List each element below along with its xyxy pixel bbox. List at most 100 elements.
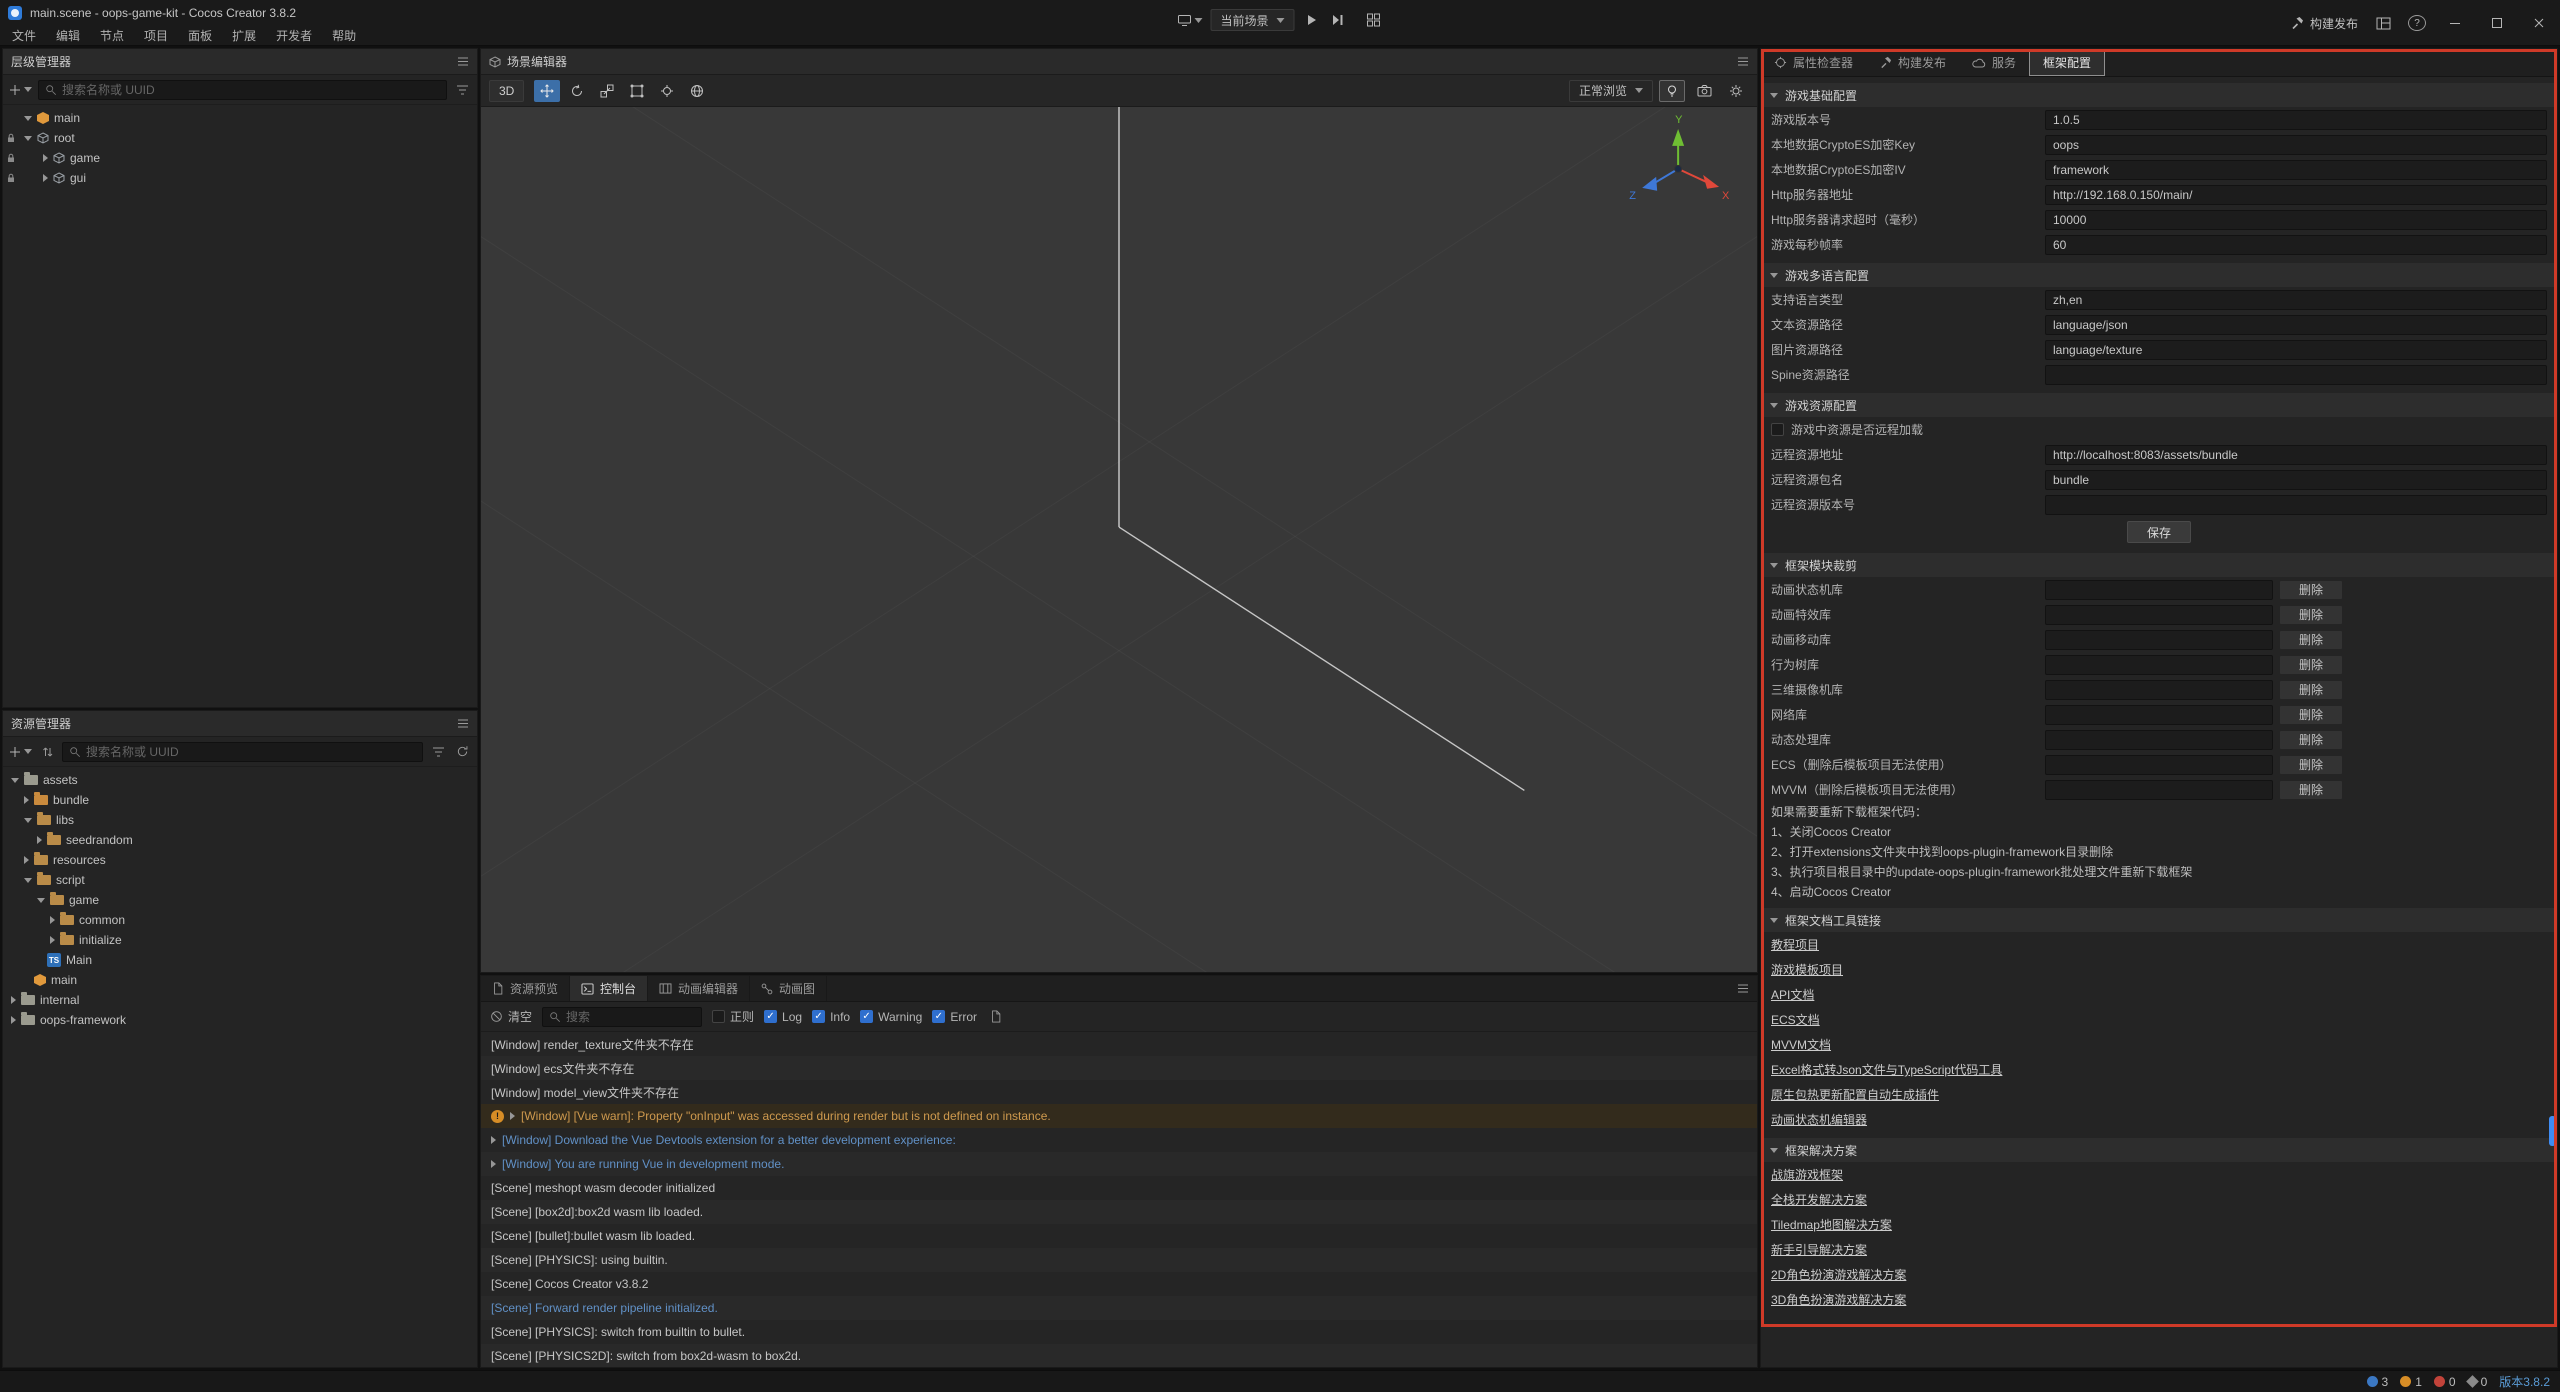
refresh-icon[interactable] — [453, 742, 471, 762]
doc-link[interactable]: MVVM文档 — [1771, 1036, 1831, 1053]
expand-icon[interactable] — [11, 1016, 16, 1024]
spine-path-input[interactable] — [2045, 365, 2547, 385]
tab-animation-editor[interactable]: 动画编辑器 — [648, 976, 750, 1001]
delete-module-button[interactable]: 删除 — [2279, 680, 2343, 700]
step-button[interactable] — [1329, 10, 1347, 30]
scene-settings-gear-icon[interactable] — [1723, 80, 1749, 102]
solution-link[interactable]: 2D角色扮演游戏解决方案 — [1771, 1266, 1906, 1283]
layout-grid-icon[interactable] — [1365, 10, 1383, 30]
asset-node-internal[interactable]: internal — [3, 990, 477, 1010]
log-filter-checkbox[interactable]: Log — [764, 1010, 802, 1024]
expand-icon[interactable] — [491, 1160, 496, 1168]
asset-node-initialize[interactable]: initialize — [3, 930, 477, 950]
expand-icon[interactable] — [43, 174, 48, 182]
asset-node-script[interactable]: script — [3, 870, 477, 890]
tab-framework-config[interactable]: 框架配置 — [2029, 49, 2105, 76]
expand-icon[interactable] — [24, 136, 32, 141]
log-row[interactable]: [Scene] Cocos Creator v3.8.2 — [481, 1272, 1757, 1296]
asset-node-oops-framework[interactable]: oops-framework — [3, 1010, 477, 1030]
menu-file[interactable]: 文件 — [2, 27, 46, 44]
panel-menu-icon[interactable] — [457, 718, 469, 729]
section-i18n[interactable]: 游戏多语言配置 — [1761, 263, 2557, 287]
log-row-info[interactable]: [Scene] Forward render pipeline initiali… — [481, 1296, 1757, 1320]
expand-icon[interactable] — [11, 778, 19, 783]
menu-project[interactable]: 项目 — [134, 27, 178, 44]
module-input[interactable] — [2045, 680, 2273, 700]
expand-icon[interactable] — [24, 796, 29, 804]
log-row[interactable]: [Window] render_texture文件夹不存在 — [481, 1032, 1757, 1056]
tree-node-game[interactable]: game — [3, 148, 477, 168]
asset-node-main-scene[interactable]: main — [3, 970, 477, 990]
move-tool-button[interactable] — [534, 80, 560, 102]
tree-node-main[interactable]: main — [3, 108, 477, 128]
delete-module-button[interactable]: 删除 — [2279, 605, 2343, 625]
pivot-tool-button[interactable] — [654, 80, 680, 102]
help-icon[interactable] — [2408, 15, 2426, 31]
text-path-input[interactable] — [2045, 315, 2547, 335]
delete-module-button[interactable]: 删除 — [2279, 755, 2343, 775]
scrollbar-thumb[interactable] — [2549, 1116, 2556, 1146]
error-count-badge[interactable]: 0 — [2434, 1375, 2456, 1389]
section-solutions[interactable]: 框架解决方案 — [1761, 1138, 2557, 1162]
solution-link[interactable]: 新手引导解决方案 — [1771, 1241, 1867, 1258]
log-row-warning[interactable]: [Window] [Vue warn]: Property "onInput" … — [481, 1104, 1757, 1128]
tab-build-publish[interactable]: 构建发布 — [1866, 49, 1959, 76]
remote-version-input[interactable] — [2045, 495, 2547, 515]
solution-link[interactable]: Tiledmap地图解决方案 — [1771, 1216, 1892, 1233]
close-button[interactable] — [2526, 13, 2552, 33]
doc-link[interactable]: 原生包热更新配置自动生成插件 — [1771, 1086, 1939, 1103]
log-row[interactable]: [Window] ecs文件夹不存在 — [481, 1056, 1757, 1080]
orientation-gizmo[interactable]: Y X Z — [1629, 114, 1730, 202]
http-timeout-input[interactable] — [2045, 210, 2547, 230]
expand-icon[interactable] — [43, 154, 48, 162]
asset-node-game[interactable]: game — [3, 890, 477, 910]
build-publish-button[interactable]: 构建发布 — [2290, 15, 2358, 32]
doc-link[interactable]: ECS文档 — [1771, 1011, 1820, 1028]
view-mode-dropdown[interactable]: 正常浏览 — [1569, 80, 1653, 102]
lighting-toggle-button[interactable] — [1659, 80, 1685, 102]
log-count-badge[interactable]: 3 — [2367, 1375, 2389, 1389]
create-asset-button[interactable] — [9, 742, 32, 762]
lock-icon[interactable] — [3, 153, 19, 163]
layout-icon[interactable] — [2374, 13, 2392, 33]
menu-node[interactable]: 节点 — [90, 27, 134, 44]
hierarchy-search-input[interactable] — [62, 83, 440, 97]
solution-link[interactable]: 3D角色扮演游戏解决方案 — [1771, 1291, 1906, 1308]
rect-tool-button[interactable] — [624, 80, 650, 102]
scale-tool-button[interactable] — [594, 80, 620, 102]
game-version-input[interactable] — [2045, 110, 2547, 130]
expand-icon[interactable] — [37, 898, 45, 903]
remote-bundle-input[interactable] — [2045, 470, 2547, 490]
console-log-list[interactable]: [Window] render_texture文件夹不存在 [Window] e… — [481, 1032, 1757, 1367]
doc-link[interactable]: Excel格式转Json文件与TypeScript代码工具 — [1771, 1061, 2002, 1078]
expand-icon[interactable] — [24, 116, 32, 121]
expand-icon[interactable] — [24, 878, 32, 883]
preview-platform-icon[interactable] — [1177, 10, 1202, 30]
log-row[interactable]: [Scene] [PHYSICS]: switch from builtin t… — [481, 1320, 1757, 1344]
lock-icon[interactable] — [3, 133, 19, 143]
space-toggle-button[interactable] — [684, 80, 710, 102]
assets-search-input[interactable] — [86, 745, 416, 759]
crypto-key-input[interactable] — [2045, 135, 2547, 155]
panel-menu-icon[interactable] — [1737, 983, 1749, 994]
menu-developer[interactable]: 开发者 — [266, 27, 322, 44]
remote-load-checkbox[interactable] — [1771, 423, 1784, 436]
tab-animation-graph[interactable]: 动画图 — [750, 976, 827, 1001]
asset-node-libs[interactable]: libs — [3, 810, 477, 830]
scene-viewport[interactable]: Y X Z — [481, 107, 1757, 972]
expand-icon[interactable] — [510, 1112, 515, 1120]
section-resources[interactable]: 游戏资源配置 — [1761, 393, 2557, 417]
panel-menu-icon[interactable] — [457, 56, 469, 67]
log-row[interactable]: [Scene] [PHYSICS]: using builtin. — [481, 1248, 1757, 1272]
rotate-tool-button[interactable] — [564, 80, 590, 102]
filter-icon[interactable] — [429, 742, 447, 762]
log-row[interactable]: [Scene] [box2d]:box2d wasm lib loaded. — [481, 1200, 1757, 1224]
task-count-badge[interactable]: 0 — [2468, 1375, 2488, 1389]
delete-module-button[interactable]: 删除 — [2279, 630, 2343, 650]
doc-link[interactable]: 动画状态机编辑器 — [1771, 1111, 1867, 1128]
warning-count-badge[interactable]: 1 — [2400, 1375, 2422, 1389]
tab-console[interactable]: 控制台 — [570, 976, 648, 1001]
lock-icon[interactable] — [3, 173, 19, 183]
regex-checkbox[interactable]: 正则 — [712, 1008, 754, 1025]
tab-service[interactable]: 服务 — [1959, 49, 2029, 76]
